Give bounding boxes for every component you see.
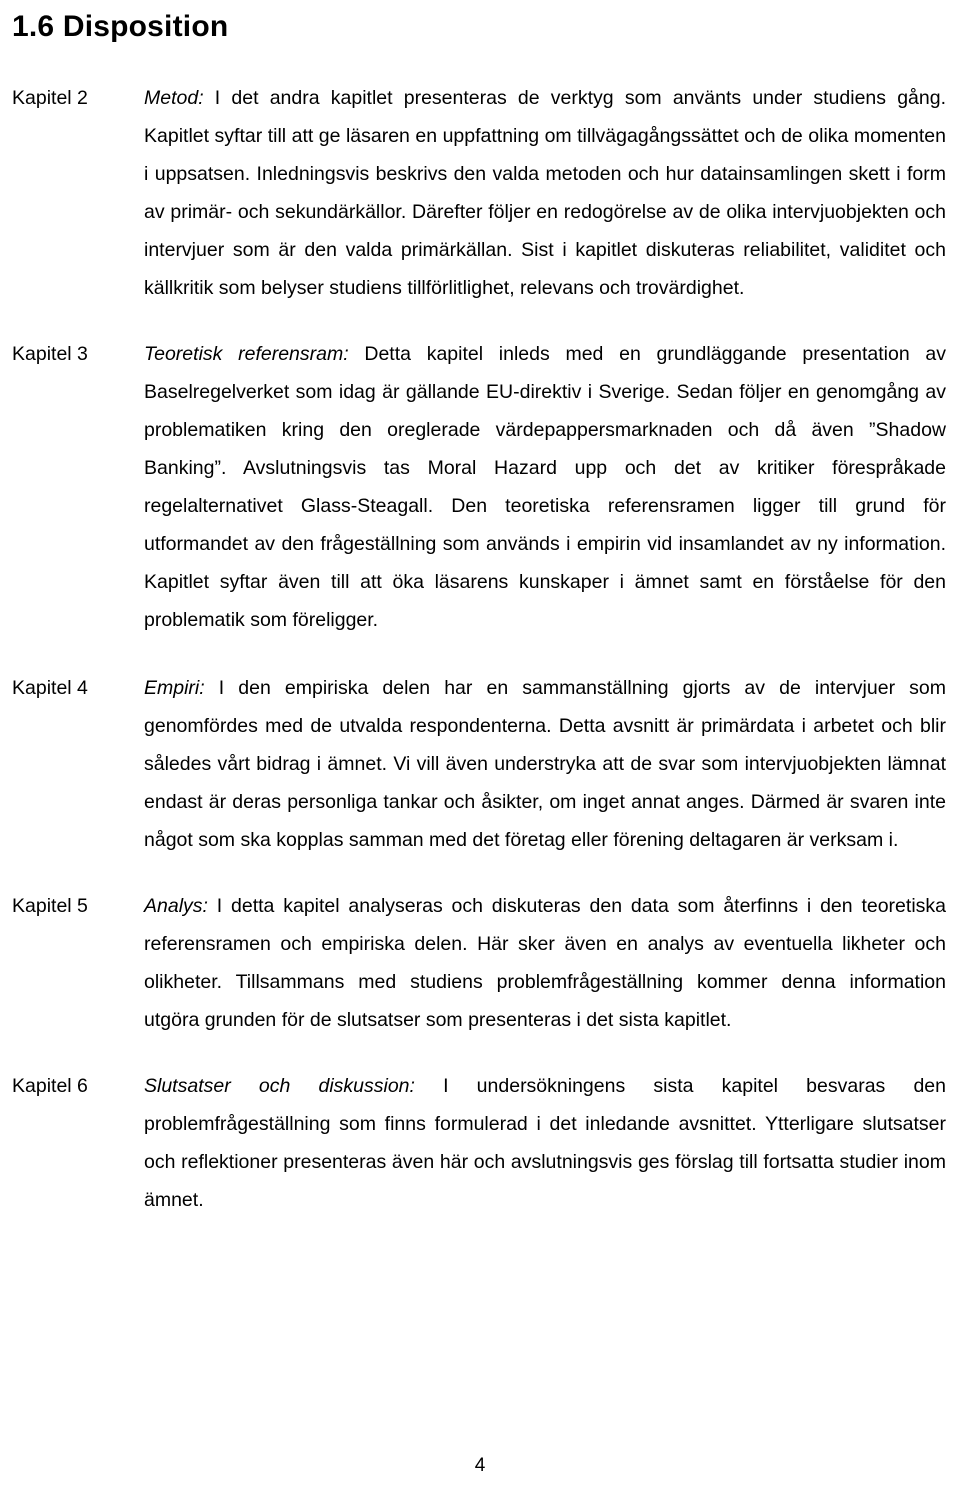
section-lead: Analys: bbox=[144, 894, 208, 917]
section-lead: Empiri: bbox=[144, 676, 205, 699]
section-kapitel-6: Kapitel 6 Slutsatser och diskussion: I u… bbox=[12, 1067, 946, 1219]
section-paragraph: Slutsatser och diskussion: I undersöknin… bbox=[144, 1067, 946, 1219]
section-label: Kapitel 4 bbox=[12, 676, 88, 699]
section-kapitel-4: Kapitel 4 Empiri: I den empiriska delen … bbox=[12, 669, 946, 859]
page-title: 1.6 Disposition bbox=[12, 10, 229, 43]
section-paragraph: Teoretisk referensram: Detta kapitel inl… bbox=[144, 335, 946, 639]
section-label: Kapitel 3 bbox=[12, 342, 88, 365]
section-text: Detta kapitel inleds med en grundläggand… bbox=[144, 342, 946, 631]
section-text: I den empiriska delen har en sammanställ… bbox=[144, 676, 946, 851]
document-page: 1.6 Disposition Kapitel 2 Metod: I det a… bbox=[0, 0, 960, 1503]
section-kapitel-5: Kapitel 5 Analys: I detta kapitel analys… bbox=[12, 887, 946, 1039]
section-kapitel-2: Kapitel 2 Metod: I det andra kapitlet pr… bbox=[12, 79, 946, 307]
section-label: Kapitel 5 bbox=[12, 894, 88, 917]
section-paragraph: Analys: I detta kapitel analyseras och d… bbox=[144, 887, 946, 1039]
section-kapitel-3: Kapitel 3 Teoretisk referensram: Detta k… bbox=[12, 335, 946, 639]
section-text: I det andra kapitlet presenteras de verk… bbox=[144, 86, 946, 299]
section-label: Kapitel 2 bbox=[12, 86, 88, 109]
section-paragraph: Metod: I det andra kapitlet presenteras … bbox=[144, 79, 946, 307]
section-paragraph: Empiri: I den empiriska delen har en sam… bbox=[144, 669, 946, 859]
page-number: 4 bbox=[474, 1455, 486, 1476]
section-lead: Teoretisk referensram: bbox=[144, 342, 349, 365]
section-label: Kapitel 6 bbox=[12, 1074, 88, 1097]
document-body: Kapitel 2 Metod: I det andra kapitlet pr… bbox=[0, 45, 960, 1219]
section-text: I detta kapitel analyseras och diskutera… bbox=[144, 894, 946, 1031]
section-lead: Slutsatser och diskussion: bbox=[144, 1074, 415, 1097]
section-lead: Metod: bbox=[144, 86, 204, 109]
